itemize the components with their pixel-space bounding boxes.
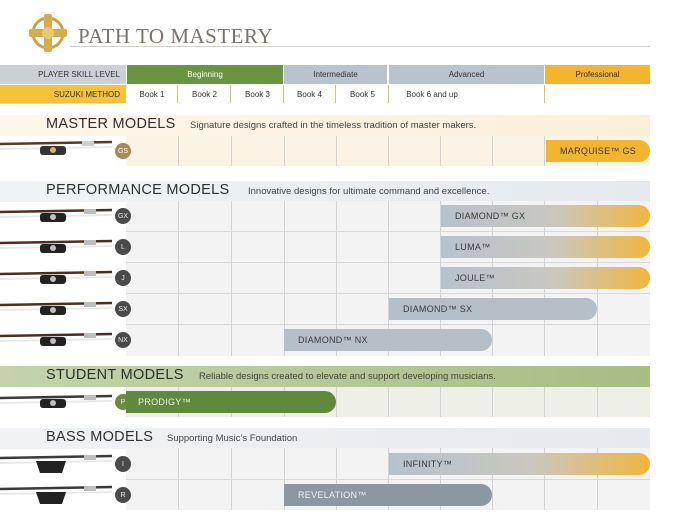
prodigy-bow-image	[0, 394, 112, 408]
diamond-sx-bow-image	[0, 301, 112, 315]
model-code-sx-badge: SX	[115, 301, 131, 317]
model-code-nx-badge: NX	[115, 332, 131, 348]
infinity-bass-bow-image	[0, 454, 112, 473]
revelation-range-bar: REVELATION™	[284, 484, 492, 506]
book-1: Book 1	[127, 85, 178, 103]
model-code-i-badge: I	[115, 456, 131, 472]
marquise-gs-range-bar: MARQUISE™ GS	[546, 140, 650, 162]
student-models-subtitle: Reliable designs created to elevate and …	[199, 371, 496, 382]
joule-bow-image	[0, 270, 112, 284]
skill-level-label: PLAYER SKILL LEVEL	[0, 65, 126, 84]
model-code-r-badge: R	[115, 487, 131, 503]
book-3: Book 3	[232, 85, 284, 103]
level-intermediate: Intermediate	[284, 65, 387, 84]
diamond-gx-bow-image	[0, 208, 112, 222]
level-beginning: Beginning	[127, 65, 283, 84]
title-divider	[70, 46, 650, 47]
diamond-gx-range-bar: DIAMOND™ GX	[441, 205, 650, 227]
model-code-j-badge: J	[115, 270, 131, 286]
marquise-gs-bow-image	[0, 140, 112, 155]
suzuki-row-divider	[544, 85, 545, 103]
infinity-range-bar: INFINITY™	[389, 453, 650, 475]
prodigy-range-bar: PRODIGY™	[126, 391, 336, 413]
bass-models-subtitle: Supporting Music’s Foundation	[167, 433, 298, 444]
joule-range-bar: JOULE™	[441, 267, 650, 289]
student-models-title: STUDENT MODELS	[46, 367, 184, 383]
master-models-title: MASTER MODELS	[46, 116, 176, 132]
book-4: Book 4	[284, 85, 336, 103]
level-professional: Professional	[545, 65, 650, 84]
model-code-l-badge: L	[115, 239, 131, 255]
book-6-and-up: Book 6 and up	[406, 89, 458, 99]
model-code-gs-badge: GS	[115, 143, 131, 159]
luma-bow-image	[0, 239, 112, 253]
model-code-gx-badge: GX	[115, 208, 131, 224]
level-advanced: Advanced	[389, 65, 544, 84]
book-5: Book 5	[337, 85, 389, 103]
master-models-subtitle: Signature designs crafted in the timeles…	[190, 120, 477, 131]
diamond-sx-range-bar: DIAMOND™ SX	[389, 298, 597, 320]
suzuki-label: SUZUKI METHOD	[0, 85, 126, 103]
revelation-bass-bow-image	[0, 485, 112, 504]
diamond-nx-bow-image	[0, 332, 112, 346]
celtic-cross-logo-icon	[29, 14, 67, 52]
book-2: Book 2	[179, 85, 231, 103]
diamond-nx-range-bar: DIAMOND™ NX	[284, 329, 492, 351]
performance-models-subtitle: Innovative designs for ultimate command …	[248, 186, 490, 197]
bass-models-title: BASS MODELS	[46, 429, 154, 445]
performance-models-title: PERFORMANCE MODELS	[46, 182, 230, 198]
luma-range-bar: LUMA™	[441, 236, 650, 258]
